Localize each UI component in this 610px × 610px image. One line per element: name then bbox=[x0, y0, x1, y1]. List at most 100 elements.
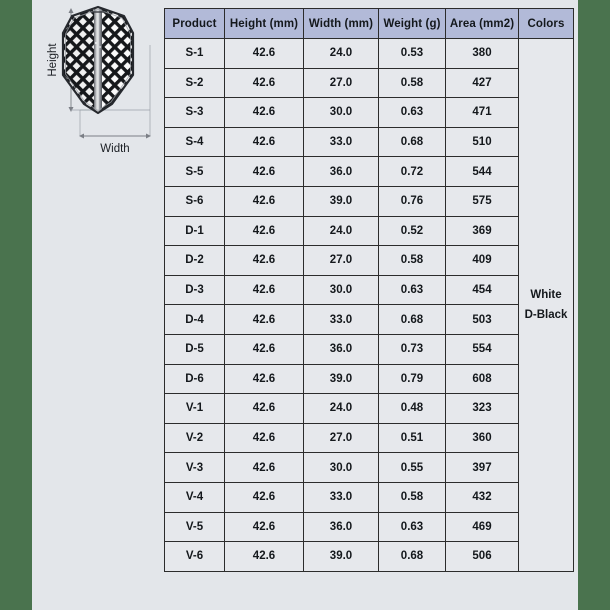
column-header-weight: Weight (g) bbox=[378, 8, 446, 39]
table-row: S-6 42.6 39.0 0.76 575 bbox=[164, 185, 574, 217]
cell-product: S-6 bbox=[164, 185, 225, 217]
cell-width: 36.0 bbox=[303, 156, 379, 187]
cell-width: 36.0 bbox=[303, 333, 379, 365]
cell-height: 42.6 bbox=[224, 541, 304, 572]
cell-area: 608 bbox=[445, 363, 519, 395]
cell-width: 33.0 bbox=[303, 304, 379, 335]
cell-weight: 0.68 bbox=[378, 304, 446, 335]
content-panel: Height Width Product Height (mm) Width (… bbox=[32, 0, 578, 610]
cell-area: 469 bbox=[445, 511, 519, 543]
column-header-product: Product bbox=[164, 8, 225, 39]
dart-flight-illustration bbox=[61, 5, 135, 115]
cell-width: 27.0 bbox=[303, 245, 379, 276]
cell-width: 39.0 bbox=[303, 541, 379, 572]
cell-product: D-4 bbox=[164, 304, 225, 335]
cell-height: 42.6 bbox=[224, 363, 304, 395]
cell-width: 24.0 bbox=[303, 393, 379, 424]
cell-product: S-1 bbox=[164, 38, 225, 69]
cell-width: 39.0 bbox=[303, 185, 379, 217]
cell-product: V-1 bbox=[164, 393, 225, 424]
cell-width: 30.0 bbox=[303, 452, 379, 483]
cell-product: D-6 bbox=[164, 363, 225, 395]
cell-height: 42.6 bbox=[224, 511, 304, 543]
table-row: S-1 42.6 24.0 0.53 380 White D-Black bbox=[164, 38, 574, 572]
cell-width: 33.0 bbox=[303, 481, 379, 513]
table-row: S-3 42.6 30.0 0.63 471 bbox=[164, 97, 574, 128]
cell-area: 510 bbox=[445, 126, 519, 158]
cell-height: 42.6 bbox=[224, 333, 304, 365]
cell-weight: 0.73 bbox=[378, 333, 446, 365]
cell-area: 454 bbox=[445, 274, 519, 306]
cell-area: 506 bbox=[445, 541, 519, 572]
cell-product: V-6 bbox=[164, 541, 225, 572]
color-option: White bbox=[530, 288, 562, 301]
dart-flight-dimension-diagram: Height Width bbox=[32, 0, 164, 165]
cell-product: S-3 bbox=[164, 97, 225, 128]
cell-area: 360 bbox=[445, 422, 519, 454]
cell-height: 42.6 bbox=[224, 126, 304, 158]
cell-width: 27.0 bbox=[303, 67, 379, 99]
cell-area: 323 bbox=[445, 393, 519, 424]
cell-weight: 0.72 bbox=[378, 156, 446, 187]
cell-weight: 0.68 bbox=[378, 126, 446, 158]
cell-width: 30.0 bbox=[303, 97, 379, 128]
cell-weight: 0.58 bbox=[378, 67, 446, 99]
cell-weight: 0.52 bbox=[378, 215, 446, 247]
cell-width: 30.0 bbox=[303, 274, 379, 306]
color-option: D-Black bbox=[524, 308, 568, 321]
width-label: Width bbox=[100, 143, 129, 155]
cell-width: 24.0 bbox=[303, 215, 379, 247]
cell-colors: White D-Black bbox=[518, 38, 574, 572]
cell-width: 39.0 bbox=[303, 363, 379, 395]
cell-area: 409 bbox=[445, 245, 519, 276]
table-header-row: Product Height (mm) Width (mm) Weight (g… bbox=[164, 8, 574, 39]
cell-area: 380 bbox=[445, 38, 519, 69]
cell-height: 42.6 bbox=[224, 481, 304, 513]
cell-weight: 0.53 bbox=[378, 38, 446, 69]
width-dimension-line bbox=[79, 133, 151, 139]
cell-area: 397 bbox=[445, 452, 519, 483]
cell-product: D-1 bbox=[164, 215, 225, 247]
cell-height: 42.6 bbox=[224, 215, 304, 247]
cell-height: 42.6 bbox=[224, 452, 304, 483]
cell-width: 27.0 bbox=[303, 422, 379, 454]
table-row: S-5 42.6 36.0 0.72 544 bbox=[164, 156, 574, 187]
cell-height: 42.6 bbox=[224, 422, 304, 454]
cell-product: V-5 bbox=[164, 511, 225, 543]
cell-height: 42.6 bbox=[224, 393, 304, 424]
column-header-colors: Colors bbox=[518, 8, 574, 39]
cell-area: 369 bbox=[445, 215, 519, 247]
cell-product: D-3 bbox=[164, 274, 225, 306]
column-header-width: Width (mm) bbox=[303, 8, 379, 39]
cell-weight: 0.55 bbox=[378, 452, 446, 483]
table-row: V-1 42.6 24.0 0.48 323 bbox=[164, 393, 574, 424]
cell-area: 575 bbox=[445, 185, 519, 217]
cell-area: 432 bbox=[445, 481, 519, 513]
table-row: D-6 42.6 39.0 0.79 608 bbox=[164, 363, 574, 395]
table-body: S-1 42.6 24.0 0.53 380 White D-Black S-2 42.6 27.… bbox=[164, 38, 574, 572]
cell-weight: 0.48 bbox=[378, 393, 446, 424]
cell-area: 544 bbox=[445, 156, 519, 187]
table-row: V-3 42.6 30.0 0.55 397 bbox=[164, 452, 574, 483]
cell-product: V-3 bbox=[164, 452, 225, 483]
cell-weight: 0.58 bbox=[378, 481, 446, 513]
cell-weight: 0.63 bbox=[378, 97, 446, 128]
cell-weight: 0.51 bbox=[378, 422, 446, 454]
cell-weight: 0.63 bbox=[378, 274, 446, 306]
cell-height: 42.6 bbox=[224, 274, 304, 306]
table-row: D-3 42.6 30.0 0.63 454 bbox=[164, 274, 574, 306]
cell-weight: 0.58 bbox=[378, 245, 446, 276]
table-row: S-2 42.6 27.0 0.58 427 bbox=[164, 67, 574, 99]
cell-area: 503 bbox=[445, 304, 519, 335]
cell-weight: 0.76 bbox=[378, 185, 446, 217]
flight-spec-table: Product Height (mm) Width (mm) Weight (g… bbox=[164, 8, 574, 572]
cell-product: D-2 bbox=[164, 245, 225, 276]
cell-area: 554 bbox=[445, 333, 519, 365]
cell-width: 24.0 bbox=[303, 38, 379, 69]
table-row: V-2 42.6 27.0 0.51 360 bbox=[164, 422, 574, 454]
cell-height: 42.6 bbox=[224, 156, 304, 187]
cell-weight: 0.63 bbox=[378, 511, 446, 543]
cell-product: V-2 bbox=[164, 422, 225, 454]
flight-diagram-svg: Height Width bbox=[47, 5, 151, 155]
table-row: D-5 42.6 36.0 0.73 554 bbox=[164, 333, 574, 365]
